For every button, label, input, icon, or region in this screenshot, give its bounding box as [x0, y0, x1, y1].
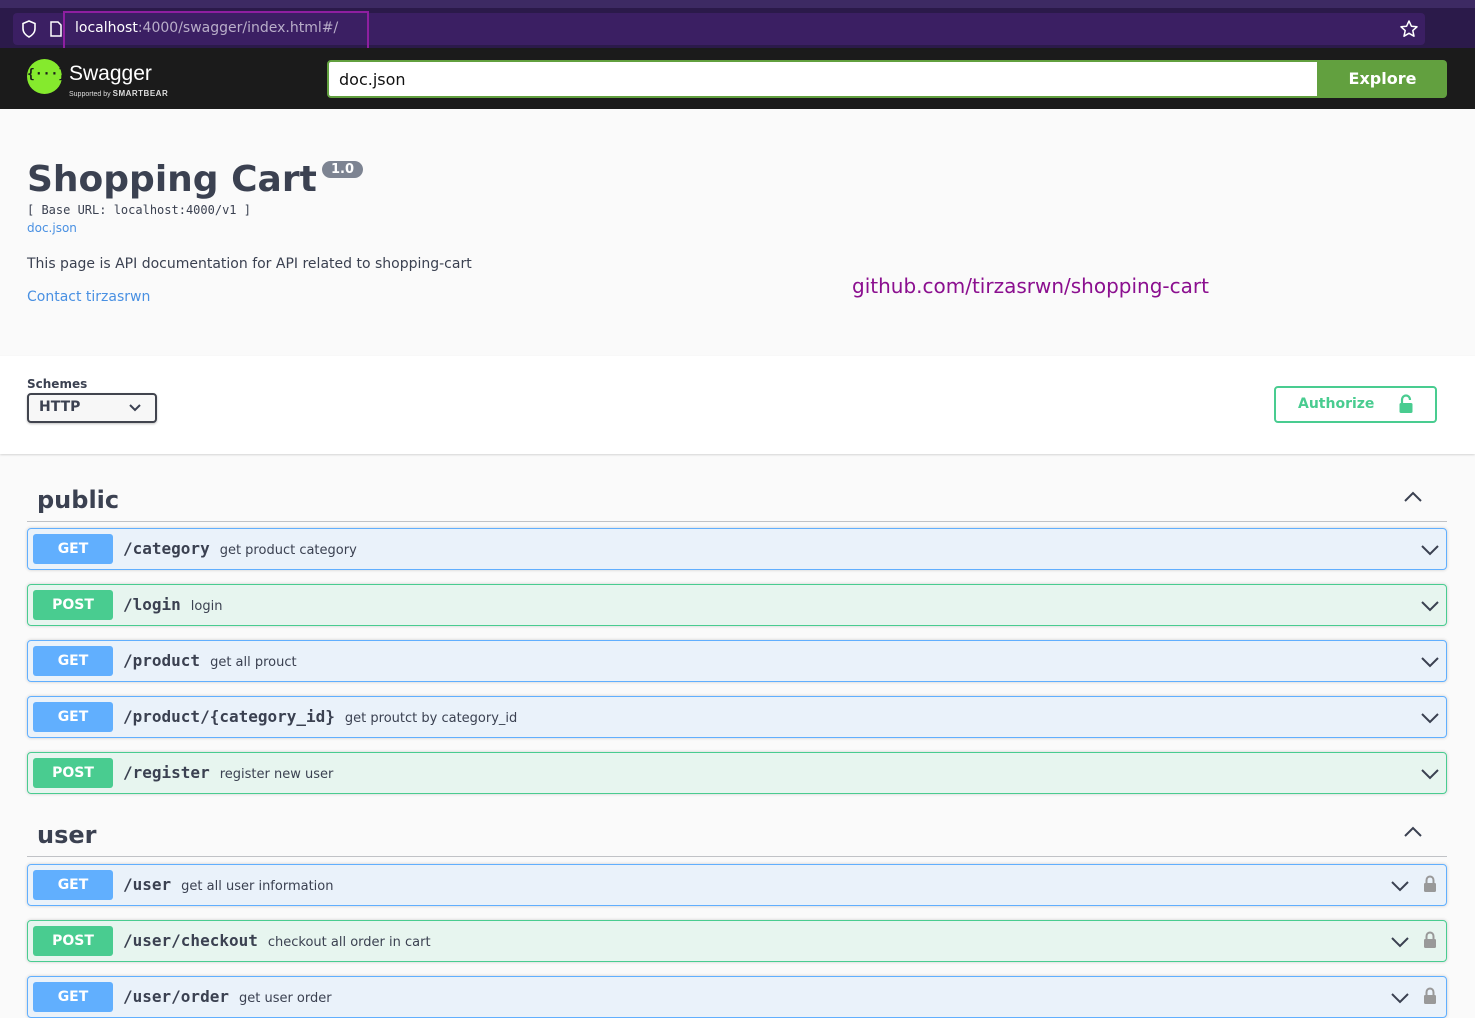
operation-path: /login login [123, 595, 223, 614]
contact-link[interactable]: Contact tirzasrwn [27, 289, 150, 305]
method-badge: GET [33, 534, 113, 564]
chevron-down-icon[interactable] [1420, 711, 1440, 725]
base-url: [ Base URL: localhost:4000/v1 ] [27, 203, 251, 217]
operation-path: /product get all prouct [123, 651, 297, 670]
api-description: This page is API documentation for API r… [27, 256, 472, 272]
method-badge: POST [33, 758, 113, 788]
chevron-down-icon[interactable] [1420, 767, 1440, 781]
shield-icon[interactable] [21, 20, 37, 38]
lock-icon[interactable] [1423, 987, 1437, 1005]
schemes-select[interactable]: HTTP [27, 393, 157, 423]
swagger-logo-text: Swagger [69, 62, 152, 85]
chevron-down-icon[interactable] [1420, 599, 1440, 613]
page-title: Shopping Cart [27, 159, 317, 200]
operation-summary: get all prouct [210, 655, 297, 670]
tag-name: user [37, 821, 97, 849]
tag-section-public: public GET /category get product category… [27, 472, 1447, 794]
smartbear-tagline: Supported by SMARTBEAR [69, 89, 169, 98]
lock-icon[interactable] [1423, 875, 1437, 893]
spec-link[interactable]: doc.json [27, 221, 77, 235]
github-link[interactable]: github.com/tirzasrwn/shopping-cart [852, 274, 1209, 298]
operation-path: /user/order get user order [123, 987, 332, 1006]
authorize-button[interactable]: Authorize [1274, 386, 1437, 423]
chevron-down-icon[interactable] [1390, 935, 1410, 949]
browser-toolbar: localhost:4000/swagger/index.html#/ [0, 0, 1475, 61]
operation-path: /register register new user [123, 763, 334, 782]
operation-summary: login [190, 599, 223, 614]
tag-header-public[interactable]: public [27, 472, 1447, 522]
method-badge: GET [33, 982, 113, 1012]
swagger-topbar: {···} Swagger Supported by SMARTBEAR Exp… [0, 48, 1475, 109]
chevron-up-icon[interactable] [1403, 490, 1423, 504]
operation-get-user[interactable]: GET /user get all user information [27, 864, 1447, 906]
method-badge: GET [33, 646, 113, 676]
operation-get-product-by-category[interactable]: GET /product/{category_id} get proutct by… [27, 696, 1447, 738]
operation-get-product[interactable]: GET /product get all prouct [27, 640, 1447, 682]
method-badge: POST [33, 590, 113, 620]
operation-path: /category get product category [123, 539, 357, 558]
version-badge: 1.0 [322, 161, 364, 178]
chevron-down-icon[interactable] [1420, 655, 1440, 669]
operation-summary: get user order [238, 991, 332, 1006]
operation-summary: get all user information [181, 879, 334, 894]
operation-get-category[interactable]: GET /category get product category [27, 528, 1447, 570]
page-icon [50, 21, 62, 37]
chevron-down-icon [129, 404, 141, 412]
operation-get-user-order[interactable]: GET /user/order get user order [27, 976, 1447, 1018]
operation-summary: checkout all order in cart [267, 935, 431, 950]
chevron-down-icon[interactable] [1420, 543, 1440, 557]
api-info: Shopping Cart 1.0 [ Base URL: localhost:… [0, 109, 1475, 356]
operation-path: /user get all user information [123, 875, 334, 894]
operation-post-login[interactable]: POST /login login [27, 584, 1447, 626]
operation-post-user-checkout[interactable]: POST /user/checkout checkout all order in… [27, 920, 1447, 962]
chevron-down-icon[interactable] [1390, 879, 1410, 893]
schemes-label: Schemes [27, 377, 88, 391]
unlocked-icon [1399, 394, 1413, 413]
swagger-logo-icon: {···} [27, 59, 66, 94]
swagger-logo[interactable]: {···} Swagger Supported by SMARTBEAR [27, 58, 187, 100]
method-badge: GET [33, 702, 113, 732]
operation-summary: register new user [219, 767, 334, 782]
explore-button[interactable]: Explore [1318, 60, 1447, 98]
spec-url-input[interactable] [327, 60, 1319, 98]
operation-post-register[interactable]: POST /register register new user [27, 752, 1447, 794]
operation-path: /user/checkout checkout all order in cart [123, 931, 431, 950]
operation-path: /product/{category_id} get proutct by cat… [123, 707, 518, 726]
schemes-bar: Schemes HTTP Authorize [0, 356, 1475, 454]
lock-icon[interactable] [1423, 931, 1437, 949]
tag-section-user: user GET /user get all user information P… [27, 807, 1447, 1018]
tag-name: public [37, 486, 120, 514]
operation-summary: get product category [219, 543, 357, 558]
method-badge: GET [33, 870, 113, 900]
tag-header-user[interactable]: user [27, 807, 1447, 857]
address-bar[interactable]: localhost:4000/swagger/index.html#/ [13, 11, 1425, 61]
operation-summary: get proutct by category_id [344, 711, 518, 726]
method-badge: POST [33, 926, 113, 956]
chevron-up-icon[interactable] [1403, 825, 1423, 839]
bookmark-star-icon[interactable] [1399, 19, 1419, 39]
